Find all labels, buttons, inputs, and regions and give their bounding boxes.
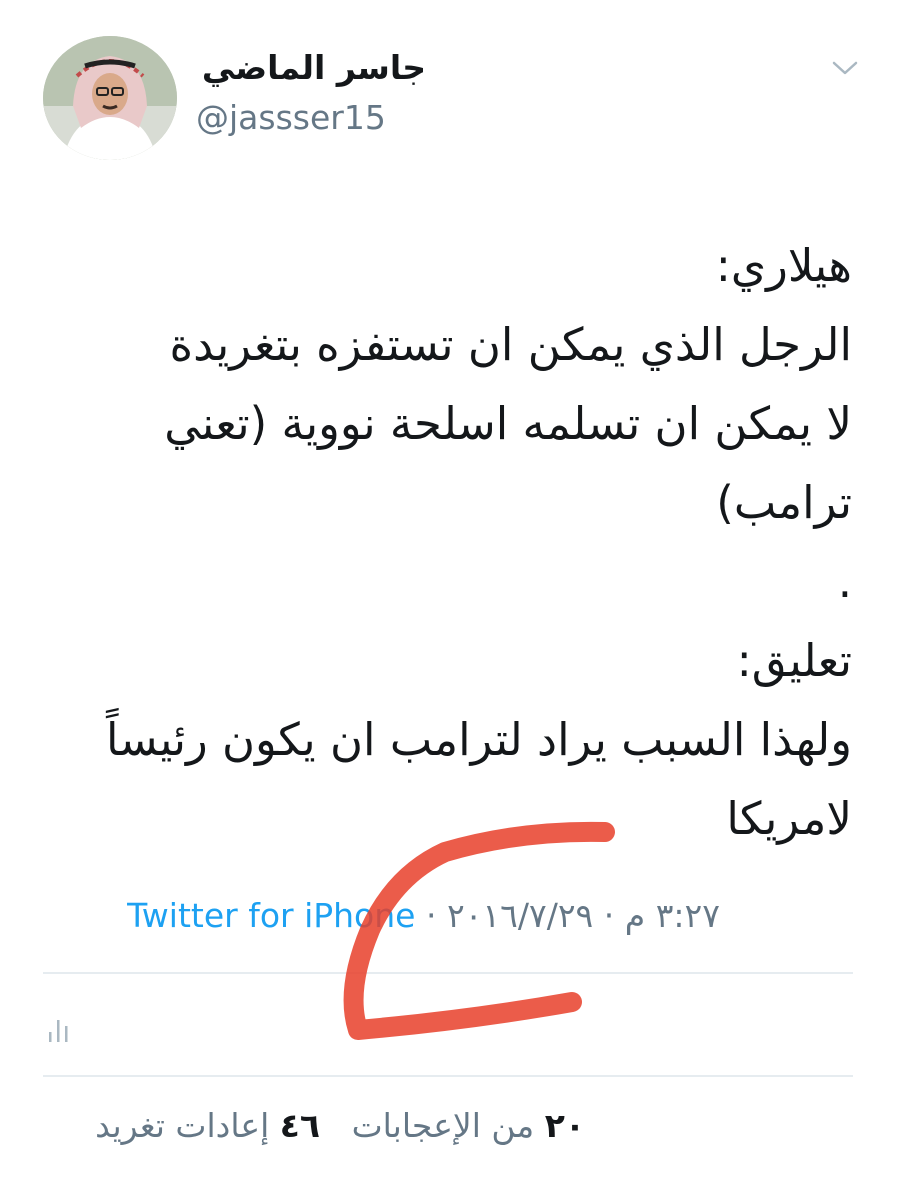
meta-separator: · [603, 896, 615, 935]
divider [43, 1075, 853, 1077]
tweet-time: ٣:٢٧ م [624, 896, 720, 935]
meta-separator: · [425, 896, 437, 935]
likes-count[interactable]: ٢٠ [545, 1106, 585, 1145]
analytics-icon[interactable] [47, 1016, 73, 1044]
tweet-stats: ٢٠ من الإعجابات ٤٦ إعادات تغريد [95, 1106, 585, 1145]
avatar[interactable] [43, 36, 177, 160]
display-name[interactable]: جاسر الماضي [202, 48, 426, 87]
tweet-date: ٢٠١٦/٧/٢٩ [446, 896, 594, 935]
chevron-down-icon[interactable] [830, 56, 860, 80]
tweet-meta: ٣:٢٧ م · ٢٠١٦/٧/٢٩ · Twitter for iPhone [127, 896, 720, 935]
tweet-source-link[interactable]: Twitter for iPhone [127, 896, 415, 935]
divider [43, 972, 853, 974]
retweets-count[interactable]: ٤٦ [280, 1106, 320, 1145]
retweets-label[interactable]: إعادات تغريد [95, 1106, 269, 1145]
avatar-image [43, 36, 177, 160]
likes-label[interactable]: من الإعجابات [352, 1106, 535, 1145]
user-handle[interactable]: @jassser15 [196, 98, 386, 137]
tweet-text: هيلاري: الرجل الذي يمكن ان تستفزه بتغريد… [106, 239, 852, 845]
